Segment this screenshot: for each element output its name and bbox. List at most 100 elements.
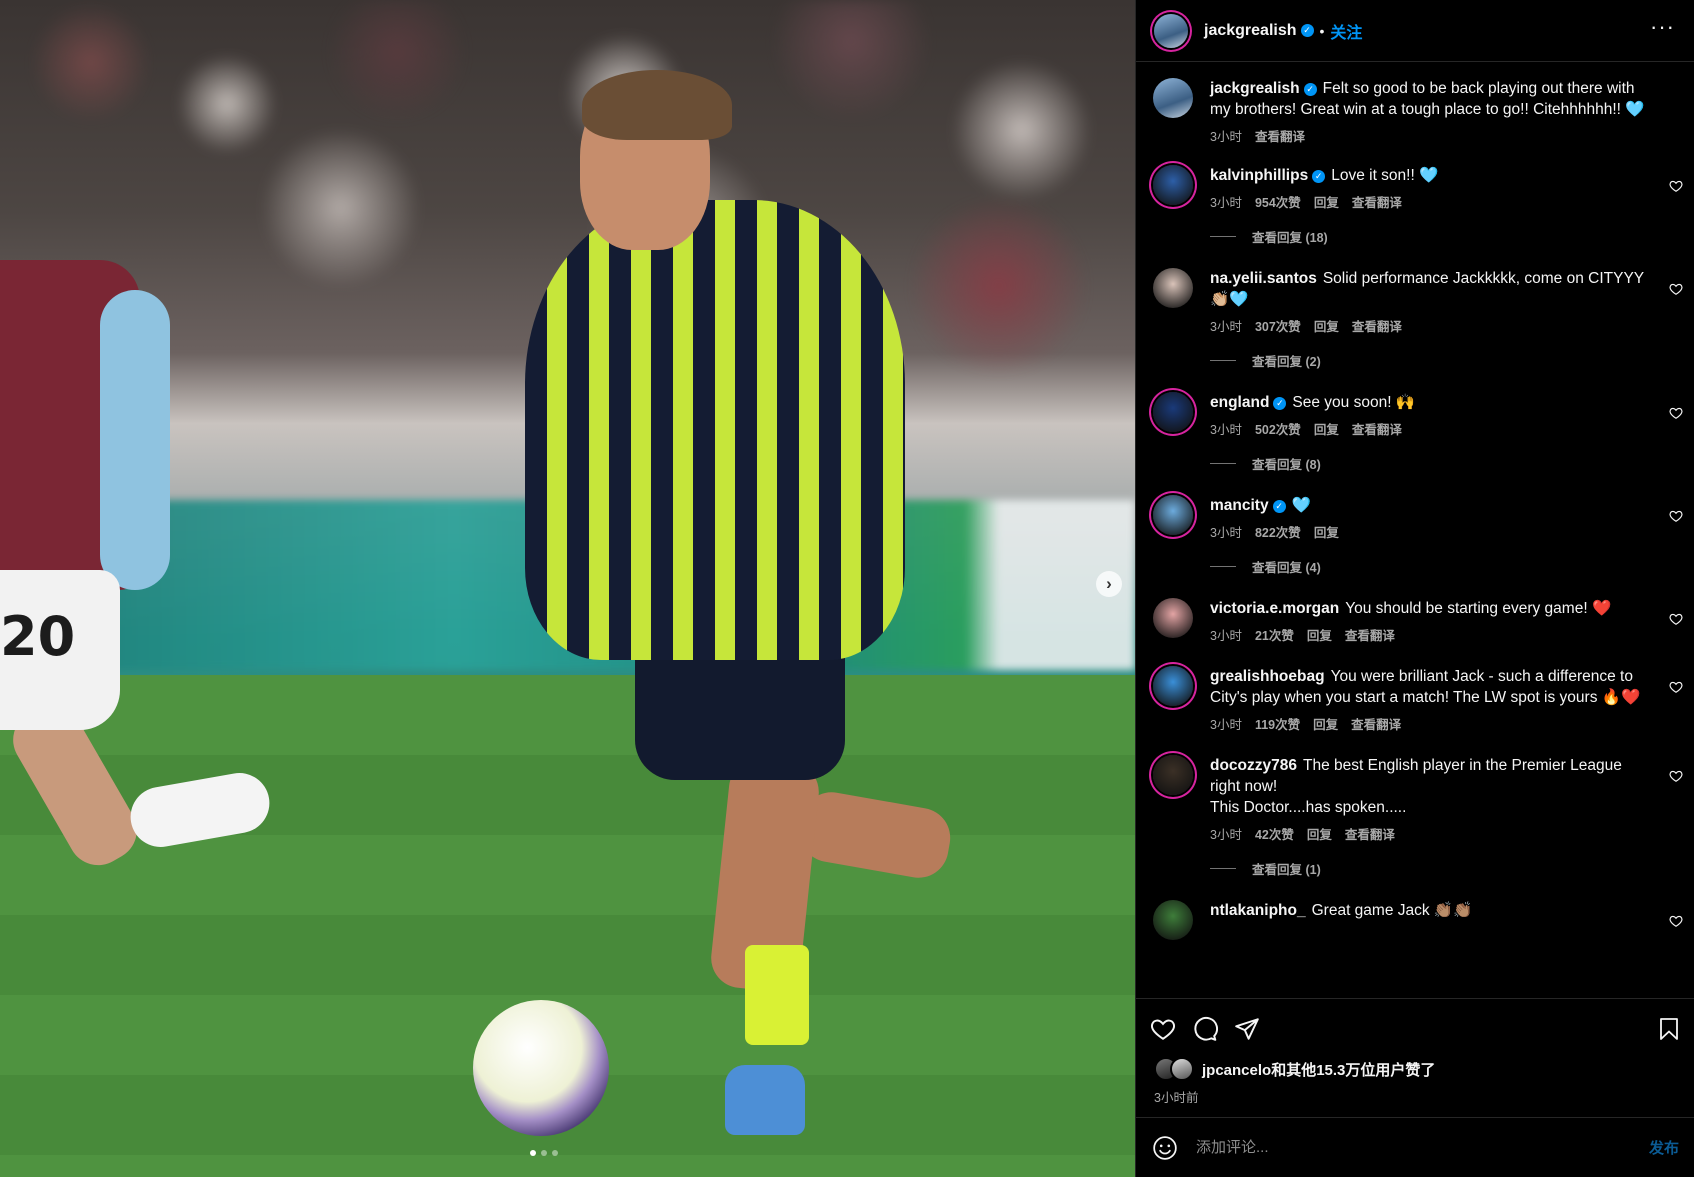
view-replies-button[interactable]: 查看回复 (2) (1210, 351, 1647, 370)
comment-text: You should be starting every game! ❤️ (1345, 600, 1612, 617)
commenter-username[interactable]: grealishhoebag (1210, 668, 1325, 685)
commenter-avatar[interactable] (1153, 495, 1193, 535)
commenter-avatar[interactable] (1153, 165, 1193, 205)
comment-likes[interactable]: 21次赞 (1255, 625, 1294, 644)
view-replies-label: 查看回复 (8) (1252, 458, 1321, 472)
commenter-avatar[interactable] (1153, 598, 1193, 638)
comment-like-heart-icon[interactable] (1669, 914, 1683, 928)
carousel-indicator (530, 1150, 558, 1156)
commenter-username[interactable]: england (1210, 394, 1269, 411)
comment-time: 3小时 (1210, 423, 1242, 437)
emoji-icon[interactable] (1152, 1135, 1178, 1161)
comment-text-block: docozzy786 The best English player in the… (1210, 755, 1647, 818)
comment-meta: 3小时 822次赞 回复 (1210, 522, 1647, 541)
comment-meta: 3小时 21次赞 回复 查看翻译 (1210, 625, 1647, 644)
more-options-icon[interactable]: ··· (1650, 14, 1675, 40)
view-replies-label: 查看回复 (4) (1252, 561, 1321, 575)
add-comment-bar: 发布 (1136, 1117, 1694, 1177)
next-photo-button[interactable]: › (1096, 571, 1122, 597)
post-details-panel: jackgrealish ✓ • 关注 ··· jackgrealish ✓ Fel… (1135, 0, 1694, 1177)
verified-badge-icon: ✓ (1273, 397, 1287, 410)
caption-translate-link[interactable]: 查看翻译 (1255, 126, 1305, 145)
post-actions: jpcancelo和其他15.3万位用户赞了 3小时前 (1136, 998, 1694, 1117)
comment-likes[interactable]: 42次赞 (1255, 824, 1294, 843)
comments-list[interactable]: jackgrealish ✓ Felt so good to be back pla… (1136, 62, 1694, 997)
view-replies-button[interactable]: 查看回复 (1) (1210, 859, 1647, 878)
translate-link[interactable]: 查看翻译 (1351, 714, 1401, 733)
view-replies-label: 查看回复 (18) (1252, 231, 1328, 245)
comment-likes[interactable]: 307次赞 (1255, 316, 1301, 335)
opponent-shirt-number: 20 (0, 605, 76, 668)
reply-button[interactable]: 回复 (1314, 522, 1339, 541)
comment-icon[interactable] (1192, 1016, 1218, 1042)
likes-count[interactable]: jpcancelo和其他15.3万位用户赞了 (1202, 1059, 1435, 1080)
comment-likes[interactable]: 119次赞 (1255, 714, 1300, 733)
opponent-arm (100, 290, 170, 590)
caption-username[interactable]: jackgrealish (1210, 80, 1300, 97)
comment-item: docozzy786 The best English player in the… (1136, 755, 1694, 878)
reply-button[interactable]: 回复 (1307, 625, 1332, 644)
heart-icon[interactable] (1150, 1016, 1176, 1042)
player-boot (725, 1065, 805, 1135)
reply-button[interactable]: 回复 (1314, 316, 1339, 335)
commenter-username[interactable]: victoria.e.morgan (1210, 600, 1339, 617)
reply-button[interactable]: 回复 (1314, 192, 1339, 211)
translate-link[interactable]: 查看翻译 (1352, 419, 1402, 438)
commenter-username[interactable]: na.yelii.santos (1210, 270, 1317, 287)
comment-like-heart-icon[interactable] (1669, 179, 1683, 193)
commenter-avatar[interactable] (1153, 900, 1193, 940)
view-replies-button[interactable]: 查看回复 (4) (1210, 557, 1647, 576)
translate-link[interactable]: 查看翻译 (1345, 625, 1395, 644)
comment-like-heart-icon[interactable] (1669, 612, 1683, 626)
caption-avatar[interactable] (1153, 78, 1193, 118)
liker-avatar[interactable] (1170, 1057, 1194, 1081)
view-replies-button[interactable]: 查看回复 (18) (1210, 227, 1647, 246)
commenter-avatar[interactable] (1153, 666, 1193, 706)
comment-like-heart-icon[interactable] (1669, 680, 1683, 694)
comment-likes[interactable]: 822次赞 (1255, 522, 1301, 541)
translate-link[interactable]: 查看翻译 (1352, 316, 1402, 335)
caption-text-block: jackgrealish ✓ Felt so good to be back pla… (1210, 78, 1647, 120)
post-comment-button[interactable]: 发布 (1649, 1137, 1679, 1158)
comment-meta: 3小时 307次赞 回复 查看翻译 (1210, 316, 1647, 335)
comment-like-heart-icon[interactable] (1669, 406, 1683, 420)
player-jersey (525, 200, 905, 660)
comment-like-heart-icon[interactable] (1669, 509, 1683, 523)
commenter-avatar[interactable] (1153, 392, 1193, 432)
verified-badge-icon: ✓ (1312, 170, 1326, 183)
reply-button[interactable]: 回复 (1314, 419, 1339, 438)
comment-likes[interactable]: 954次赞 (1255, 192, 1301, 211)
follow-button[interactable]: 关注 (1330, 19, 1362, 43)
bookmark-icon[interactable] (1657, 1016, 1681, 1042)
comment-likes[interactable]: 502次赞 (1255, 419, 1301, 438)
comment-text-block: mancity ✓ 🩵 (1210, 495, 1647, 516)
comment-input[interactable] (1194, 1138, 1649, 1157)
author-username[interactable]: jackgrealish (1204, 22, 1297, 40)
author-avatar[interactable] (1154, 13, 1188, 48)
commenter-username[interactable]: kalvinphillips (1210, 167, 1308, 184)
comment-like-heart-icon[interactable] (1669, 282, 1683, 296)
view-replies-button[interactable]: 查看回复 (8) (1210, 454, 1647, 473)
comment-item: na.yelii.santos Solid performance Jackkkk… (1136, 268, 1694, 370)
reply-button[interactable]: 回复 (1313, 714, 1338, 733)
comment-time: 3小时 (1210, 526, 1242, 540)
commenter-username[interactable]: mancity (1210, 497, 1269, 514)
commenter-username[interactable]: ntlakanipho_ (1210, 902, 1306, 919)
comment-like-heart-icon[interactable] (1669, 769, 1683, 783)
caption-meta: 3小时 查看翻译 (1210, 126, 1647, 145)
comment-item: victoria.e.morgan You should be starting … (1136, 598, 1694, 644)
reply-button[interactable]: 回复 (1307, 824, 1332, 843)
comment-item: kalvinphillips ✓ Love it son!! 🩵 3小时 954次赞 回复… (1136, 165, 1694, 246)
commenter-avatar[interactable] (1153, 755, 1193, 795)
comment-time: 3小时 (1210, 828, 1242, 842)
commenter-username[interactable]: docozzy786 (1210, 757, 1297, 774)
instagram-post-viewer: 20 › jackgrealish ✓ • 关注 ··· jackgrealis… (0, 0, 1694, 1177)
comment-text: 🩵 (1291, 497, 1311, 514)
paper-plane-icon[interactable] (1234, 1016, 1260, 1042)
post-photo[interactable]: 20 › (0, 0, 1135, 1177)
commenter-avatar[interactable] (1153, 268, 1193, 308)
comment-meta: 3小时 119次赞 回复 查看翻译 (1210, 714, 1647, 733)
player-sock (745, 945, 809, 1045)
translate-link[interactable]: 查看翻译 (1352, 192, 1402, 211)
translate-link[interactable]: 查看翻译 (1345, 824, 1395, 843)
